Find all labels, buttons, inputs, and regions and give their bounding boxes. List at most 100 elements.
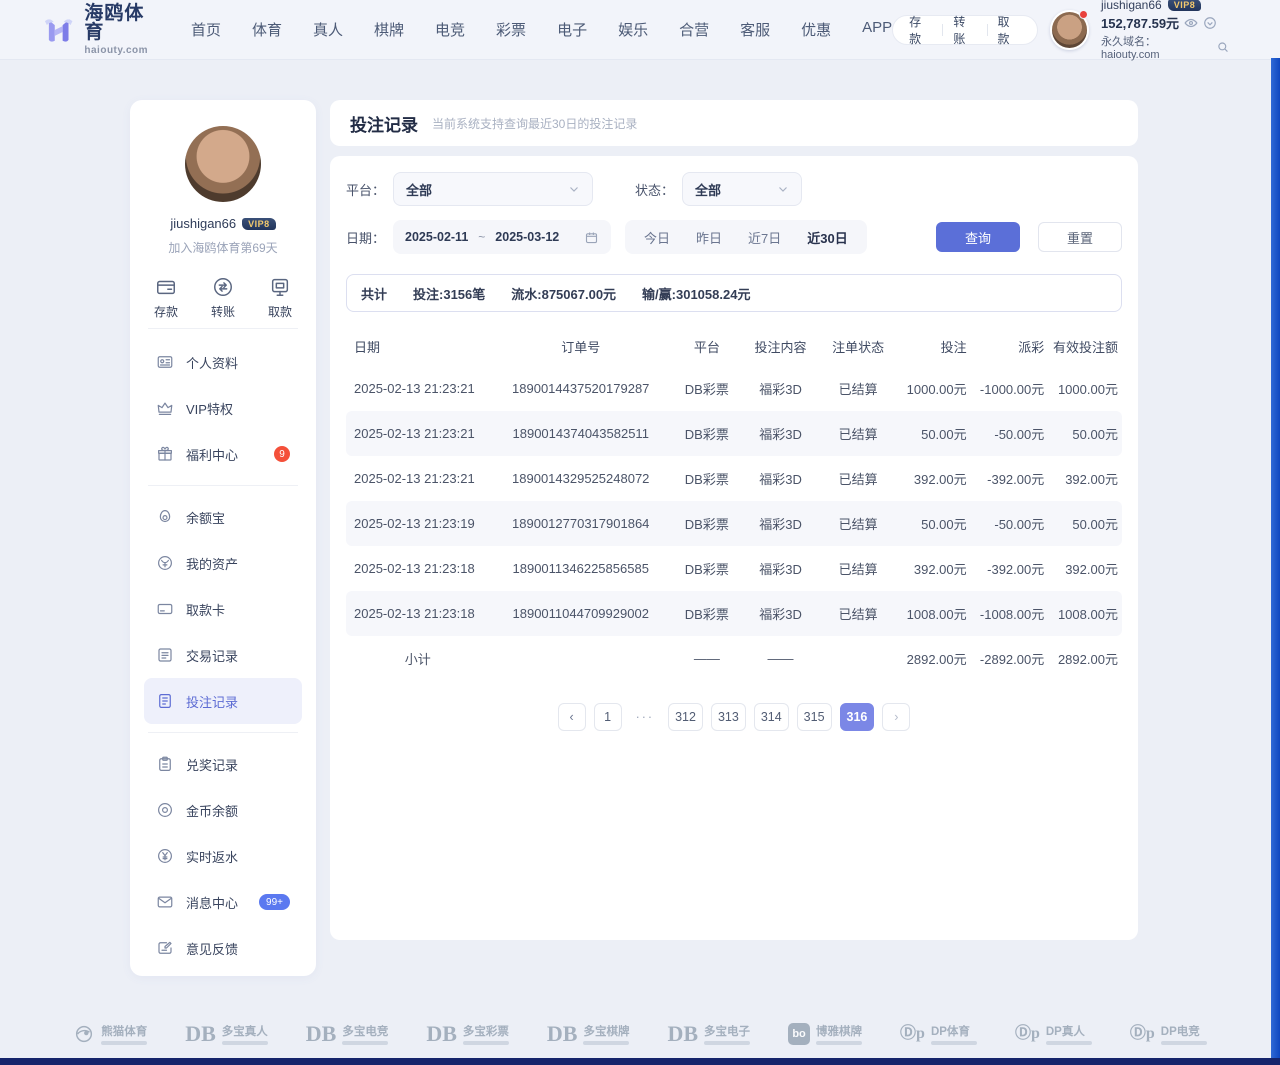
quick-action-转账[interactable]: 转账 <box>211 276 235 320</box>
top-navigation: 首页 体育 真人 棋牌 电竞 彩票 电子 娱乐 合营 客服 优惠 APP <box>191 19 892 40</box>
sidebar-username: jiushigan66 <box>170 216 236 231</box>
chevron-down-icon <box>777 183 789 195</box>
topnav-item-电竞[interactable]: 电竞 <box>435 19 465 40</box>
sidebar-item-交易记录[interactable]: 交易记录 <box>144 632 302 678</box>
page-1[interactable]: 1 <box>594 703 622 731</box>
topnav-item-首页[interactable]: 首页 <box>191 19 221 40</box>
status-select[interactable]: 全部 <box>682 172 802 206</box>
partner-subtext-line <box>931 1041 977 1045</box>
sidebar-item-个人资料[interactable]: 个人资料 <box>144 339 302 385</box>
sidebar-item-VIP特权[interactable]: VIP特权 <box>144 385 302 431</box>
table-row[interactable]: 2025-02-13 21:23:181890011044709929002DB… <box>346 591 1122 636</box>
table-header-row: 日期订单号平台投注内容注单状态投注派彩有效投注额 <box>346 326 1122 366</box>
sidebar-item-取款卡[interactable]: 取款卡 <box>144 586 302 632</box>
col-派彩: 派彩 <box>971 337 1049 356</box>
topnav-item-电子[interactable]: 电子 <box>557 19 587 40</box>
table-row[interactable]: 2025-02-13 21:23:211890014437520179287DB… <box>346 366 1122 411</box>
range-近7日[interactable]: 近7日 <box>735 228 794 247</box>
range-今日[interactable]: 今日 <box>631 228 683 247</box>
totals-summary-bar: 共计 投注:3156笔 流水:875067.00元 输/赢:301058.24元 <box>346 274 1122 312</box>
partner-多宝电竞: DB多宝电竞 <box>306 1023 389 1045</box>
sidebar-item-意见反馈[interactable]: 意见反馈 <box>144 925 302 971</box>
partner-熊猫体育: 熊猫体育 <box>73 1023 147 1045</box>
sidebar-item-金币余额[interactable]: 金币余额 <box>144 787 302 833</box>
withdraw-icon <box>269 276 291 298</box>
db-logo-icon: DB <box>426 1023 457 1045</box>
page-315[interactable]: 315 <box>797 703 832 731</box>
col-日期: 日期 <box>346 337 490 356</box>
refresh-balance-icon[interactable] <box>1203 16 1217 30</box>
sidebar-vip-badge: VIP8 <box>242 218 276 230</box>
sidebar-item-我的资产[interactable]: 我的资产 <box>144 540 302 586</box>
topnav-item-娱乐[interactable]: 娱乐 <box>618 19 648 40</box>
bet-records-card: 平台： 全部 状态： 全部 日期： 2025-02-11 ~ 2025-03-1… <box>330 156 1138 940</box>
prev-page-button[interactable]: ‹ <box>558 703 586 731</box>
next-page-button[interactable]: › <box>882 703 910 731</box>
divider <box>148 485 298 486</box>
date-filter-label: 日期： <box>346 228 385 247</box>
redeem-icon <box>156 755 174 773</box>
search-button[interactable]: 查询 <box>936 222 1020 252</box>
partner-多宝彩票: DB多宝彩票 <box>426 1023 509 1045</box>
topnav-item-优惠[interactable]: 优惠 <box>801 19 831 40</box>
chevron-down-icon <box>568 183 580 195</box>
eye-icon[interactable] <box>1184 16 1198 30</box>
notification-dot <box>1079 10 1088 19</box>
sidebar-item-实时返水[interactable]: 实时返水 <box>144 833 302 879</box>
page-314[interactable]: 314 <box>754 703 789 731</box>
page-title: 投注记录 <box>350 111 418 136</box>
sidebar-item-福利中心[interactable]: 福利中心9 <box>144 431 302 477</box>
wallet-action-取款[interactable]: 取款 <box>987 13 1030 47</box>
topnav-item-真人[interactable]: 真人 <box>313 19 343 40</box>
quick-action-取款[interactable]: 取款 <box>268 276 292 320</box>
range-近30日[interactable]: 近30日 <box>794 228 860 247</box>
reset-button[interactable]: 重置 <box>1038 222 1122 252</box>
topnav-item-彩票[interactable]: 彩票 <box>496 19 526 40</box>
platform-select[interactable]: 全部 <box>393 172 593 206</box>
status-filter-label: 状态： <box>635 180 674 199</box>
avatar[interactable] <box>1050 10 1089 50</box>
wallet-action-转账[interactable]: 转账 <box>943 13 986 47</box>
range-昨日[interactable]: 昨日 <box>683 228 735 247</box>
profile-avatar[interactable] <box>185 126 261 202</box>
db-logo-icon: DB <box>547 1023 578 1045</box>
col-订单号: 订单号 <box>490 337 672 356</box>
badge: 9 <box>274 446 290 462</box>
topnav-item-棋牌[interactable]: 棋牌 <box>374 19 404 40</box>
topnav-item-合营[interactable]: 合营 <box>679 19 709 40</box>
partner-subtext-line <box>1161 1041 1207 1045</box>
page-313[interactable]: 313 <box>711 703 746 731</box>
topnav-item-APP[interactable]: APP <box>862 19 892 40</box>
table-row[interactable]: 2025-02-13 21:23:211890014374043582511DB… <box>346 411 1122 456</box>
top-bar: 海鸥体育 haiouty.com 首页 体育 真人 棋牌 电竞 彩票 电子 娱乐 合营 客服 优惠 A… <box>0 0 1280 60</box>
boya-logo-icon: bo <box>788 1023 810 1045</box>
window-edge-bottom <box>0 1058 1280 1065</box>
username: jiushigan66 <box>1101 0 1162 12</box>
crown-icon <box>156 399 174 417</box>
topnav-item-客服[interactable]: 客服 <box>740 19 770 40</box>
quick-action-存款[interactable]: 存款 <box>154 276 178 320</box>
col-平台: 平台 <box>672 337 742 356</box>
table-row[interactable]: 2025-02-13 21:23:211890014329525248072DB… <box>346 456 1122 501</box>
window-edge-right <box>1271 58 1280 1065</box>
topnav-item-体育[interactable]: 体育 <box>252 19 282 40</box>
page-312[interactable]: 312 <box>668 703 703 731</box>
dp-logo-icon: Ⓓp <box>900 1026 925 1042</box>
wallet-action-存款[interactable]: 存款 <box>899 13 942 47</box>
transfer-icon <box>212 276 234 298</box>
bankcard-icon <box>156 600 174 618</box>
date-range-picker[interactable]: 2025-02-11 ~ 2025-03-12 <box>393 220 611 254</box>
sidebar-item-投注记录[interactable]: 投注记录 <box>144 678 302 724</box>
partner-subtext-line <box>342 1041 388 1045</box>
sidebar-item-兑奖记录[interactable]: 兑奖记录 <box>144 741 302 787</box>
sidebar-item-消息中心[interactable]: 消息中心99+ <box>144 879 302 925</box>
sidebar-item-余额宝[interactable]: 余额宝 <box>144 494 302 540</box>
partner-多宝真人: DB多宝真人 <box>185 1023 268 1045</box>
search-icon[interactable] <box>1216 40 1230 54</box>
brand-logo[interactable]: 海鸥体育 haiouty.com <box>42 4 163 56</box>
platform-filter-label: 平台： <box>346 180 385 199</box>
page-316[interactable]: 316 <box>840 703 875 731</box>
table-row[interactable]: 2025-02-13 21:23:181890011346225856585DB… <box>346 546 1122 591</box>
page-title-card: 投注记录 当前系统支持查询最近30日的投注记录 <box>330 100 1138 146</box>
table-row[interactable]: 2025-02-13 21:23:191890012770317901864DB… <box>346 501 1122 546</box>
